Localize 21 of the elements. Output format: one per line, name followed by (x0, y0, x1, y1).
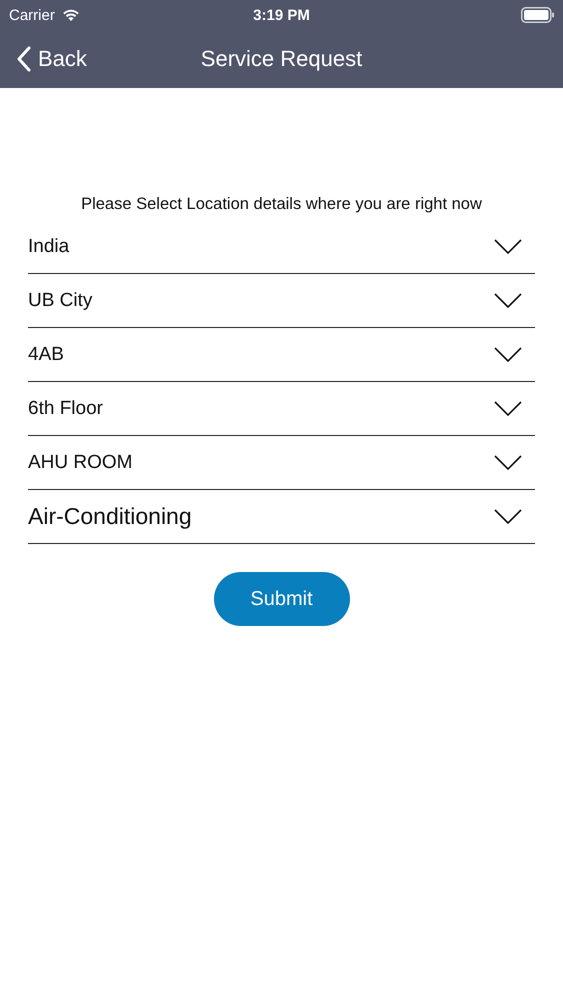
chevron-down-icon (494, 401, 522, 416)
carrier-name: Carrier (9, 6, 55, 24)
dropdown-field[interactable]: AHU ROOM (28, 436, 535, 490)
dropdown-field[interactable]: 4AB (28, 328, 535, 382)
chevron-down-icon (494, 509, 522, 524)
instruction-text: Please Select Location details where you are right now (80, 195, 483, 214)
chevron-down-icon (494, 347, 522, 362)
battery-icon (521, 7, 555, 23)
screen-title: Service Request (200, 46, 362, 72)
chevron-down-icon (494, 455, 522, 470)
dropdown-field[interactable]: Air-Conditioning (28, 490, 535, 544)
back-button[interactable]: Back (17, 46, 87, 72)
dropdown-field[interactable]: 6th Floor (28, 382, 535, 436)
status-time: 3:19 PM (253, 6, 310, 24)
chevron-down-icon (494, 293, 522, 308)
chevron-down-icon (494, 239, 522, 254)
dropdown-field[interactable]: India (28, 220, 535, 274)
chevron-left-icon (17, 46, 31, 72)
wifi-icon (60, 8, 81, 22)
submit-button[interactable]: Submit (214, 572, 350, 626)
dropdown-field[interactable]: UB City (28, 274, 535, 328)
